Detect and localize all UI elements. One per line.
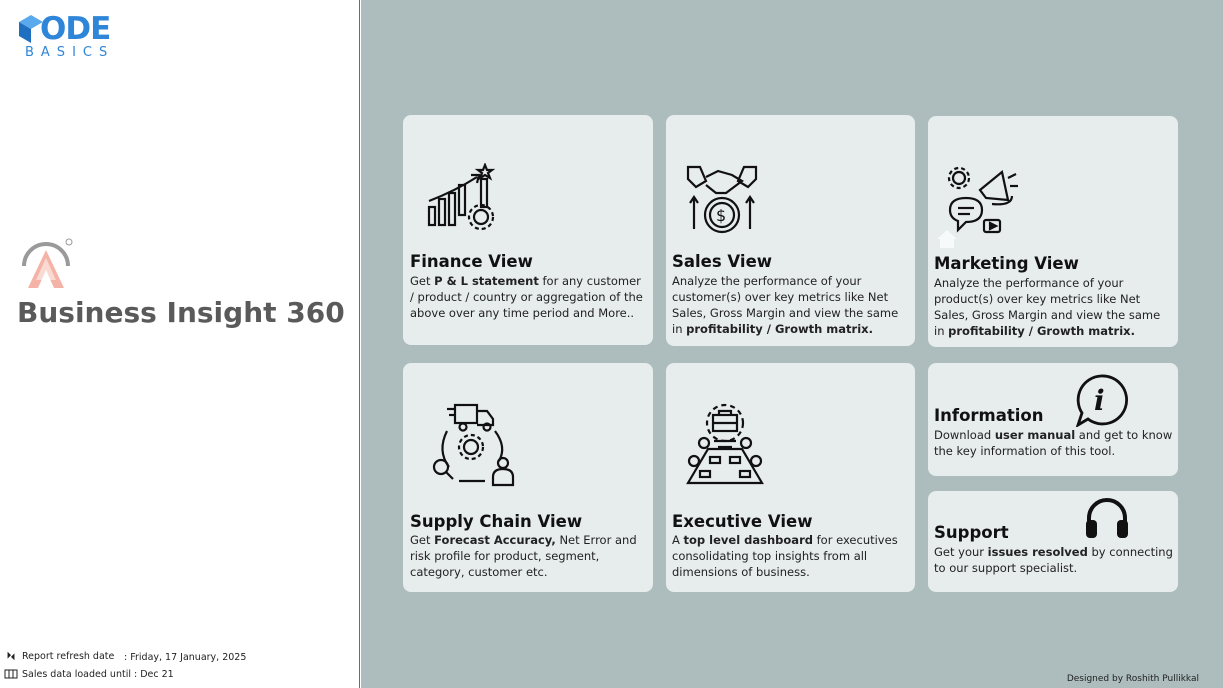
supply-chain-view-description: Get Forecast Accuracy, Net Error and ris… — [410, 533, 637, 579]
info-bubble-icon: i — [1075, 374, 1128, 427]
finance-view-description: Get P & L statement for any customer / p… — [410, 274, 643, 320]
support-title: Support — [934, 523, 1009, 542]
svg-text:i: i — [1094, 384, 1105, 417]
finance-view-card[interactable]: Finance View Get P & L statement for any… — [403, 115, 653, 345]
executive-view-card[interactable]: Executive View A top level dashboard for… — [666, 363, 915, 592]
codebasics-logo: ODE BASICS — [18, 12, 128, 62]
atliq-logo-icon — [22, 238, 73, 288]
data-table-icon — [4, 669, 18, 679]
refresh-label: Report refresh date — [22, 650, 115, 662]
app-title: Business Insight 360 — [17, 296, 345, 329]
refresh-icon — [7, 651, 15, 661]
svg-text:$: $ — [716, 206, 726, 225]
designed-by: Designed by Roshith Pullikkal — [1066, 674, 1199, 684]
executive-view-title: Executive View — [672, 512, 813, 531]
sales-view-title: Sales View — [672, 252, 772, 271]
logo-basics-text: BASICS — [25, 45, 115, 60]
handshake-dollar-icon: $ — [686, 165, 758, 234]
supply-chain-view-title: Supply Chain View — [410, 512, 583, 531]
marketing-view-description: Analyze the performance of your product(… — [934, 276, 1161, 338]
sales-view-description: Analyze the performance of your customer… — [672, 274, 899, 336]
refresh-value: : Friday, 17 January, 2025 — [124, 652, 247, 663]
megaphone-icon — [947, 166, 1018, 234]
report-refresh-row: Report refresh date — [4, 650, 114, 662]
growth-chart-icon — [427, 163, 496, 231]
support-card[interactable]: Support Get your issues resolved by conn… — [928, 491, 1178, 592]
logo-code-text: ODE — [40, 11, 111, 47]
marketing-view-card[interactable]: Marketing View Analyze the performance o… — [928, 116, 1178, 347]
sales-view-card[interactable]: $ Sales View Analyze the performance of … — [666, 115, 915, 346]
information-card[interactable]: i Information Download user manual and g… — [928, 363, 1178, 476]
executive-view-description: A top level dashboard for executives con… — [672, 533, 898, 579]
information-description: Download user manual and get to know the… — [934, 428, 1173, 458]
left-panel: ODE BASICS Business Insight 360 Report r… — [0, 0, 360, 688]
supply-chain-icon — [432, 403, 515, 487]
sales-loaded-row: Sales data loaded until : Dec 21 — [4, 668, 174, 680]
headphones-icon — [1086, 498, 1128, 538]
marketing-view-title: Marketing View — [934, 254, 1079, 273]
loaded-label: Sales data loaded until : Dec 21 — [22, 668, 174, 680]
home-icon[interactable] — [936, 228, 958, 250]
support-description: Get your issues resolved by connecting t… — [934, 545, 1173, 575]
finance-view-title: Finance View — [410, 252, 533, 271]
meeting-table-icon — [686, 403, 764, 485]
information-title: Information — [934, 406, 1044, 425]
supply-chain-view-card[interactable]: Supply Chain View Get Forecast Accuracy,… — [403, 363, 653, 592]
